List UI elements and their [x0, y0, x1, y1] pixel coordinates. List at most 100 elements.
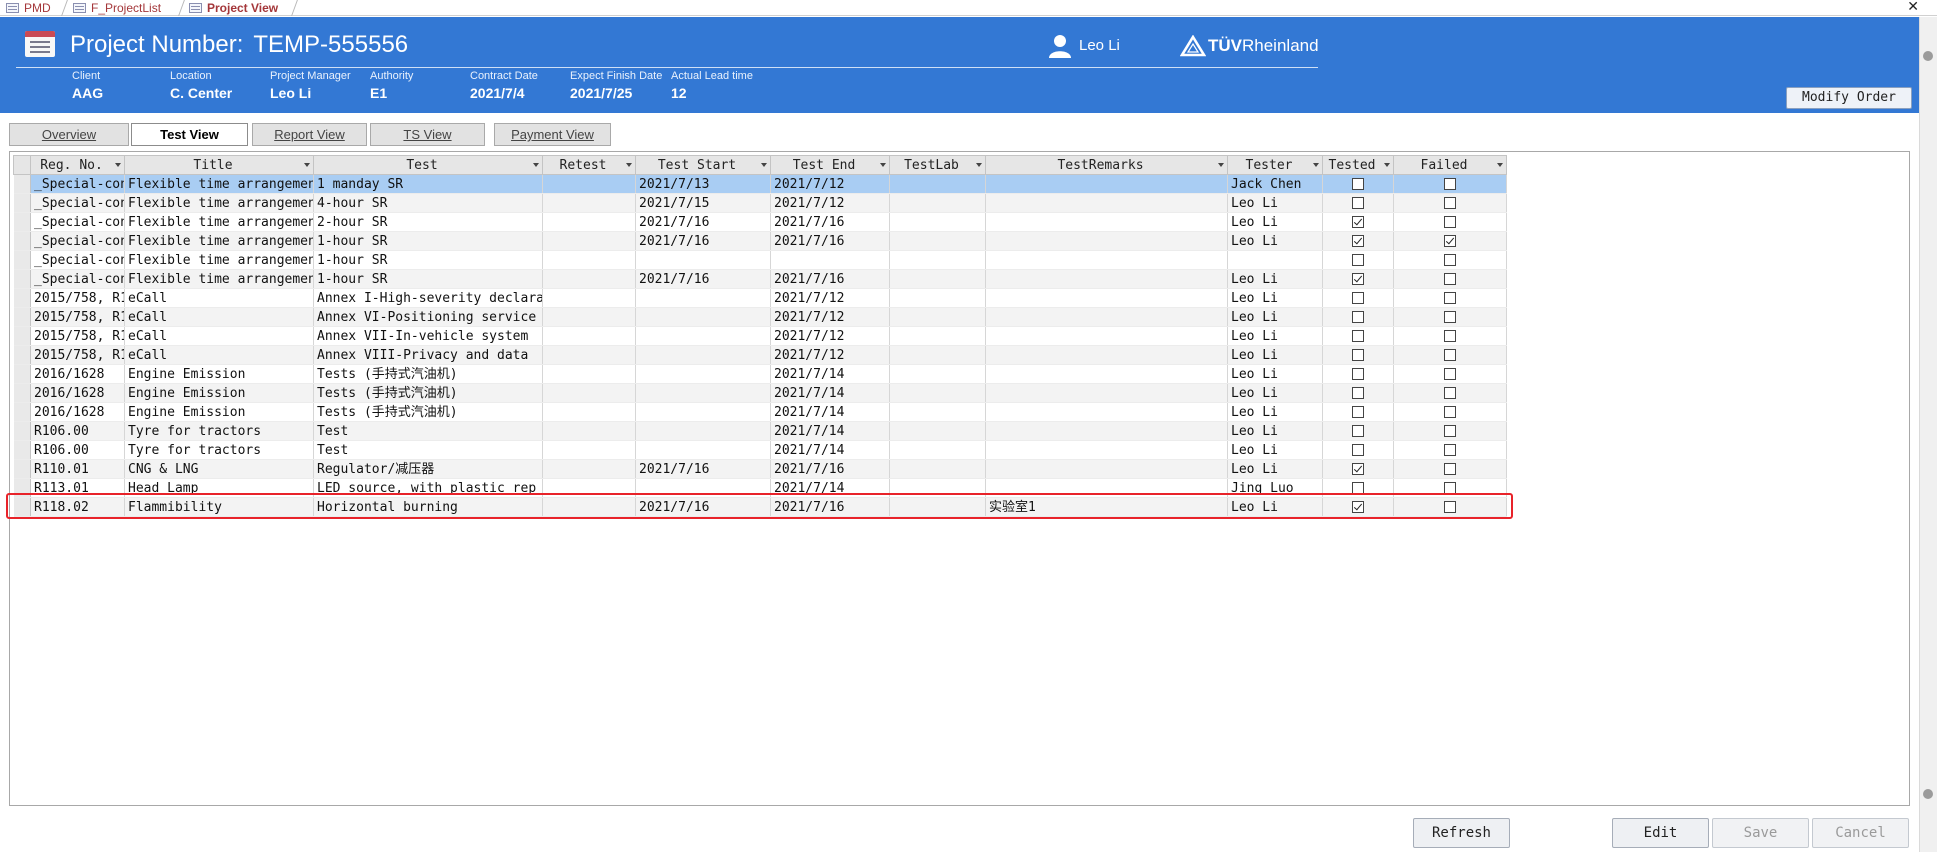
- row-selector[interactable]: [13, 440, 31, 460]
- cell-reg[interactable]: _Special-con: [30, 193, 125, 213]
- row-selector[interactable]: [13, 212, 31, 232]
- cell-retest[interactable]: [542, 383, 636, 403]
- dropdown-arrow-icon[interactable]: [976, 163, 982, 167]
- cell-remarks[interactable]: [985, 402, 1228, 422]
- cell-tester[interactable]: Jack Chen: [1227, 174, 1323, 194]
- column-header-reg-no[interactable]: Reg. No.: [30, 155, 125, 175]
- cell-start[interactable]: [635, 364, 771, 384]
- table-row[interactable]: 2016/1628 Engine Emission Tests (手持式汽油机) 20…: [13, 364, 1507, 384]
- table-row[interactable]: R106.00 Tyre for tractors Test 2021/7/14 Leo…: [13, 421, 1507, 441]
- failed-checkbox[interactable]: [1444, 235, 1456, 247]
- cell-title[interactable]: Flammibility: [124, 497, 314, 517]
- tab-ts-view[interactable]: TS View: [370, 123, 485, 146]
- tested-checkbox[interactable]: [1352, 444, 1364, 456]
- cell-end[interactable]: 2021/7/12: [770, 307, 890, 327]
- cell-remarks[interactable]: [985, 478, 1228, 498]
- cell-remarks[interactable]: [985, 345, 1228, 365]
- cell-lab[interactable]: [889, 250, 986, 270]
- cell-retest[interactable]: [542, 402, 636, 422]
- cell-end[interactable]: 2021/7/12: [770, 193, 890, 213]
- refresh-button[interactable]: Refresh: [1413, 818, 1510, 848]
- table-row[interactable]: _Special-con Flexible time arrangement 1-h…: [13, 231, 1507, 251]
- table-row[interactable]: 2016/1628 Engine Emission Tests (手持式汽油机) 20…: [13, 402, 1507, 422]
- column-header-test-end[interactable]: Test End: [770, 155, 890, 175]
- cell-retest[interactable]: [542, 421, 636, 441]
- failed-checkbox[interactable]: [1444, 216, 1456, 228]
- table-row[interactable]: _Special-con Flexible time arrangement 2-h…: [13, 212, 1507, 232]
- cell-retest[interactable]: [542, 174, 636, 194]
- tested-checkbox[interactable]: [1352, 406, 1364, 418]
- tested-checkbox[interactable]: [1352, 501, 1364, 513]
- cell-end[interactable]: 2021/7/12: [770, 326, 890, 346]
- row-selector[interactable]: [13, 269, 31, 289]
- cell-remarks[interactable]: [985, 459, 1228, 479]
- cell-retest[interactable]: [542, 478, 636, 498]
- table-row[interactable]: _Special-con Flexible time arrangement 1 m…: [13, 174, 1507, 194]
- cell-retest[interactable]: [542, 326, 636, 346]
- cell-title[interactable]: Tyre for tractors: [124, 421, 314, 441]
- failed-checkbox[interactable]: [1444, 330, 1456, 342]
- cell-title[interactable]: Flexible time arrangement: [124, 269, 314, 289]
- tested-checkbox[interactable]: [1352, 311, 1364, 323]
- column-header-retest[interactable]: Retest: [542, 155, 636, 175]
- cell-start[interactable]: 2021/7/15: [635, 193, 771, 213]
- cell-lab[interactable]: [889, 174, 986, 194]
- cell-reg[interactable]: _Special-con: [30, 231, 125, 251]
- cell-remarks[interactable]: [985, 193, 1228, 213]
- modify-order-button[interactable]: Modify Order: [1786, 87, 1912, 109]
- save-button[interactable]: Save: [1712, 818, 1809, 848]
- row-selector[interactable]: [13, 478, 31, 498]
- row-selector[interactable]: [13, 421, 31, 441]
- cell-test[interactable]: Tests (手持式汽油机): [313, 402, 543, 422]
- column-header-title[interactable]: Title: [124, 155, 314, 175]
- cell-end[interactable]: 2021/7/12: [770, 345, 890, 365]
- cell-tester[interactable]: Leo Li: [1227, 497, 1323, 517]
- cell-title[interactable]: eCall: [124, 326, 314, 346]
- cell-tester[interactable]: Leo Li: [1227, 440, 1323, 460]
- cell-tester[interactable]: Leo Li: [1227, 288, 1323, 308]
- cell-remarks[interactable]: [985, 421, 1228, 441]
- row-selector[interactable]: [13, 364, 31, 384]
- cell-lab[interactable]: [889, 269, 986, 289]
- dropdown-arrow-icon[interactable]: [115, 163, 121, 167]
- cell-retest[interactable]: [542, 364, 636, 384]
- cell-test[interactable]: Tests (手持式汽油机): [313, 364, 543, 384]
- cell-remarks[interactable]: [985, 326, 1228, 346]
- table-row[interactable]: _Special-con Flexible time arrangement 4-h…: [13, 193, 1507, 213]
- row-selector[interactable]: [13, 345, 31, 365]
- failed-checkbox[interactable]: [1444, 368, 1456, 380]
- cell-reg[interactable]: 2015/758, R1: [30, 307, 125, 327]
- cell-start[interactable]: [635, 326, 771, 346]
- table-row[interactable]: R106.00 Tyre for tractors Test 2021/7/14 Leo…: [13, 440, 1507, 460]
- cell-test[interactable]: 1 manday SR: [313, 174, 543, 194]
- table-row[interactable]: R113.01 Head Lamp LED source, with plastic…: [13, 478, 1507, 498]
- select-all-corner[interactable]: [13, 155, 31, 175]
- cell-lab[interactable]: [889, 193, 986, 213]
- tested-checkbox[interactable]: [1352, 178, 1364, 190]
- cell-reg[interactable]: 2016/1628: [30, 383, 125, 403]
- cell-test[interactable]: Horizontal burning: [313, 497, 543, 517]
- cell-reg[interactable]: 2015/758, R1: [30, 326, 125, 346]
- cell-remarks[interactable]: 实验室1: [985, 497, 1228, 517]
- cell-remarks[interactable]: [985, 383, 1228, 403]
- cell-remarks[interactable]: [985, 250, 1228, 270]
- cell-lab[interactable]: [889, 212, 986, 232]
- tested-checkbox[interactable]: [1352, 387, 1364, 399]
- cell-test[interactable]: Annex VIII-Privacy and data: [313, 345, 543, 365]
- cell-end[interactable]: 2021/7/16: [770, 231, 890, 251]
- cell-start[interactable]: [635, 288, 771, 308]
- cell-retest[interactable]: [542, 440, 636, 460]
- column-header-test-start[interactable]: Test Start: [635, 155, 771, 175]
- cell-remarks[interactable]: [985, 440, 1228, 460]
- cell-test[interactable]: Annex VII-In-vehicle system: [313, 326, 543, 346]
- failed-checkbox[interactable]: [1444, 311, 1456, 323]
- cell-remarks[interactable]: [985, 364, 1228, 384]
- cell-reg[interactable]: R113.01: [30, 478, 125, 498]
- cell-lab[interactable]: [889, 326, 986, 346]
- cell-retest[interactable]: [542, 459, 636, 479]
- row-selector[interactable]: [13, 231, 31, 251]
- dropdown-arrow-icon[interactable]: [1497, 163, 1503, 167]
- table-row[interactable]: R118.02 Flammibility Horizontal burning 202…: [13, 497, 1507, 517]
- cell-retest[interactable]: [542, 288, 636, 308]
- failed-checkbox[interactable]: [1444, 254, 1456, 266]
